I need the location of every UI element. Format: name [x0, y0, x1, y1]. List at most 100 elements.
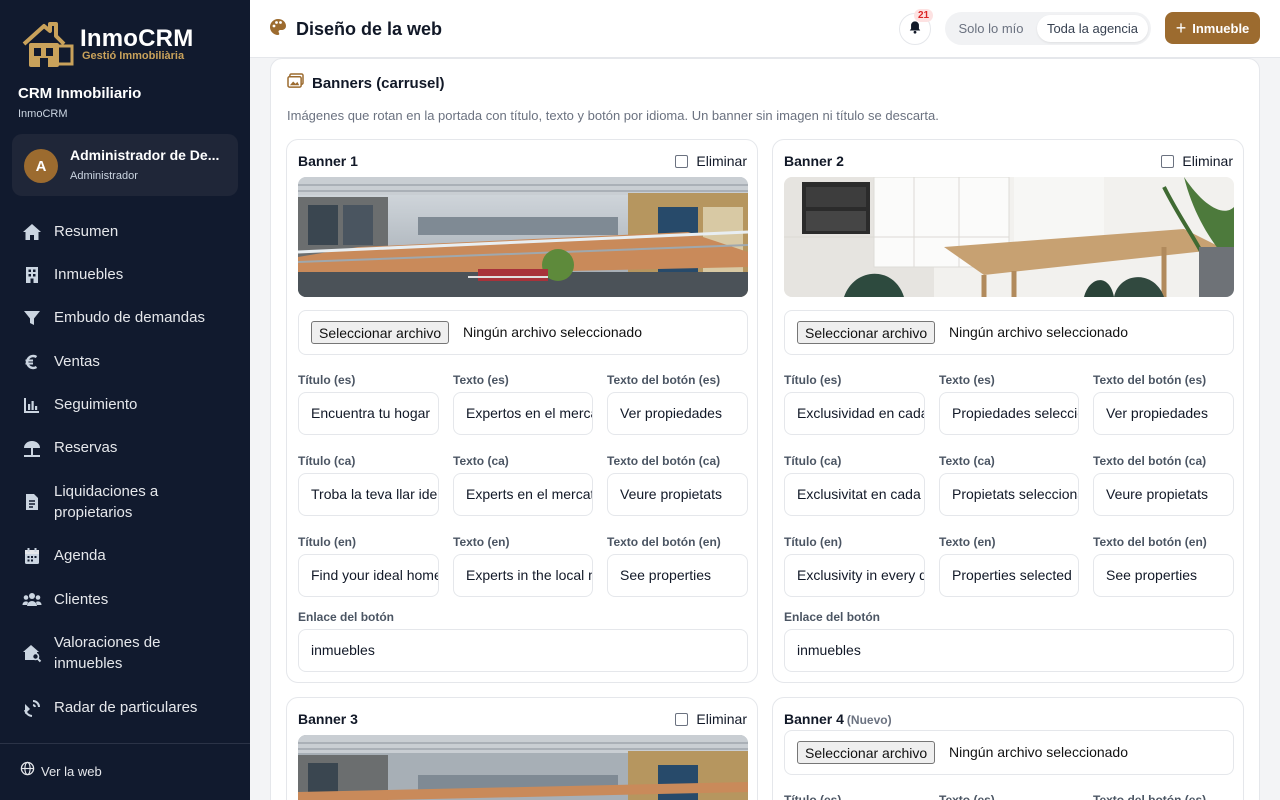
field-label: Título (ca) — [784, 454, 842, 468]
notification-count-badge: 21 — [914, 9, 934, 22]
title-en-input[interactable]: Exclusivity in every detail — [784, 554, 925, 597]
delete-label: Eliminar — [1182, 153, 1233, 169]
checkbox-icon[interactable] — [675, 154, 689, 168]
sidebar-item-valoraciones[interactable]: Valoraciones de inmuebles — [0, 632, 250, 674]
logo-tagline: Gestió Immobiliària — [82, 50, 185, 62]
sidebar-item-label: Ventas — [54, 353, 100, 370]
button-link-input[interactable]: inmuebles — [298, 629, 748, 672]
checkbox-icon[interactable] — [1161, 154, 1175, 168]
sidebar-item-clientes[interactable]: Clientes — [0, 589, 250, 610]
file-upload[interactable]: Seleccionar archivo Ningún archivo selec… — [298, 310, 748, 355]
sidebar-item-label: Embudo de demandas — [54, 309, 205, 326]
sidebar-item-embudo[interactable]: Embudo de demandas — [0, 307, 250, 328]
field-label: Texto (ca) — [453, 454, 509, 468]
globe-icon — [20, 761, 35, 781]
text-es-input[interactable]: Expertos en el mercado — [453, 392, 593, 435]
field-label: Título (ca) — [298, 454, 356, 468]
view-website-link[interactable]: Ver la web — [20, 761, 102, 781]
sidebar-item-label: Reservas — [54, 439, 118, 456]
banner-card: Banner 4 (Nuevo) Seleccionar archivo Ning… — [772, 697, 1244, 800]
button-link-input[interactable]: inmuebles — [784, 629, 1234, 672]
select-file-button[interactable]: Seleccionar archivo — [311, 321, 450, 344]
delete-checkbox[interactable]: Eliminar — [675, 711, 747, 727]
field-label: Texto del botón (ca) — [607, 454, 721, 468]
select-file-button[interactable]: Seleccionar archivo — [797, 741, 936, 764]
field-label: Texto del botón (es) — [607, 373, 721, 387]
shopping-mall-photo — [298, 177, 748, 297]
sidebar-item-seguimiento[interactable]: Seguimiento — [0, 394, 250, 415]
text-en-input[interactable]: Properties selected — [939, 554, 1079, 597]
banner-card: Banner 3 Eliminar — [286, 697, 758, 800]
user-name: Administrador de De... — [70, 147, 220, 163]
user-card[interactable]: A Administrador de De... Administrador — [12, 134, 238, 196]
banner-title: Banner 3 — [298, 711, 358, 727]
file-upload[interactable]: Seleccionar archivo Ningún archivo selec… — [784, 730, 1234, 775]
euro-icon — [22, 352, 42, 372]
add-property-button[interactable]: + Inmueble — [1165, 12, 1260, 44]
scope-all-option[interactable]: Toda la agencia — [1037, 15, 1148, 42]
section-description: Imágenes que rotan en la portada con tít… — [287, 108, 939, 123]
view-website-label: Ver la web — [41, 763, 102, 779]
checkbox-icon[interactable] — [675, 712, 689, 726]
field-label: Texto (es) — [453, 373, 509, 387]
field-label: Enlace del botón — [784, 610, 881, 624]
funnel-icon — [22, 308, 42, 328]
delete-label: Eliminar — [696, 711, 747, 727]
button-ca-input[interactable]: Veure propietats — [1093, 473, 1234, 516]
house-search-icon — [22, 643, 42, 663]
palette-icon — [268, 17, 288, 42]
page-title: Diseño de la web — [296, 19, 443, 39]
button-es-input[interactable]: Ver propiedades — [607, 392, 748, 435]
file-upload[interactable]: Seleccionar archivo Ningún archivo selec… — [784, 310, 1234, 355]
field-label: Texto (en) — [939, 535, 996, 549]
sidebar-item-inmuebles[interactable]: Inmuebles — [0, 264, 250, 285]
app-logo[interactable]: InmoCRM Gestió Immobiliària — [20, 18, 193, 70]
new-badge: (Nuevo) — [846, 713, 892, 727]
field-label: Texto del botón (en) — [607, 535, 721, 549]
shopping-mall-photo — [298, 735, 748, 800]
button-es-input[interactable]: Ver propiedades — [1093, 392, 1234, 435]
banner-title: Banner 1 — [298, 153, 358, 169]
sidebar-item-label: Valoraciones de inmuebles — [54, 634, 161, 672]
sidebar-item-label: Clientes — [54, 591, 109, 608]
scope-mine-option[interactable]: Solo lo mío — [949, 15, 1033, 42]
sidebar-item-radar[interactable]: Radar de particulares — [0, 697, 250, 718]
text-ca-input[interactable]: Experts en el mercat — [453, 473, 593, 516]
button-en-input[interactable]: See properties — [607, 554, 748, 597]
field-label: Título (en) — [784, 535, 842, 549]
select-file-button[interactable]: Seleccionar archivo — [797, 321, 936, 344]
field-label: Texto del botón (es) — [1093, 793, 1207, 800]
title-en-input[interactable]: Find your ideal home — [298, 554, 439, 597]
field-label: Título (es) — [298, 373, 356, 387]
delete-checkbox[interactable]: Eliminar — [675, 153, 747, 169]
title-ca-input[interactable]: Exclusivitat en cada detall — [784, 473, 925, 516]
sidebar-item-label: Resumen — [54, 223, 119, 240]
banner-card: Banner 1 Eliminar Seleccionar archivo Ni… — [286, 139, 758, 683]
sidebar-item-resumen[interactable]: Resumen — [0, 221, 250, 242]
sidebar-item-reservas[interactable]: Reservas — [0, 437, 250, 458]
button-en-input[interactable]: See properties — [1093, 554, 1234, 597]
text-en-input[interactable]: Experts in the local market — [453, 554, 593, 597]
sidebar-item-ventas[interactable]: Ventas — [0, 351, 250, 372]
field-label: Título (es) — [784, 373, 842, 387]
sidebar-item-agenda[interactable]: Agenda — [0, 545, 250, 566]
user-role: Administrador — [70, 170, 138, 182]
field-label: Título (en) — [298, 535, 356, 549]
title-es-input[interactable]: Exclusividad en cada detalle — [784, 392, 925, 435]
field-label: Texto del botón (ca) — [1093, 454, 1207, 468]
field-label: Texto (en) — [453, 535, 510, 549]
bell-icon — [908, 20, 922, 39]
invoice-icon — [22, 492, 42, 512]
chart-icon — [22, 395, 42, 415]
sidebar-item-liquidaciones[interactable]: Liquidaciones a propietarios — [0, 481, 250, 523]
section-title: Banners (carrusel) — [312, 74, 445, 92]
title-es-input[interactable]: Encuentra tu hogar — [298, 392, 439, 435]
field-label: Texto (es) — [939, 793, 995, 800]
images-icon — [287, 73, 304, 93]
button-ca-input[interactable]: Veure propietats — [607, 473, 748, 516]
title-ca-input[interactable]: Troba la teva llar ideal — [298, 473, 439, 516]
text-ca-input[interactable]: Propietats seleccionades — [939, 473, 1079, 516]
text-es-input[interactable]: Propiedades seleccionadas — [939, 392, 1079, 435]
delete-checkbox[interactable]: Eliminar — [1161, 153, 1233, 169]
kitchen-dining-photo — [784, 177, 1234, 297]
